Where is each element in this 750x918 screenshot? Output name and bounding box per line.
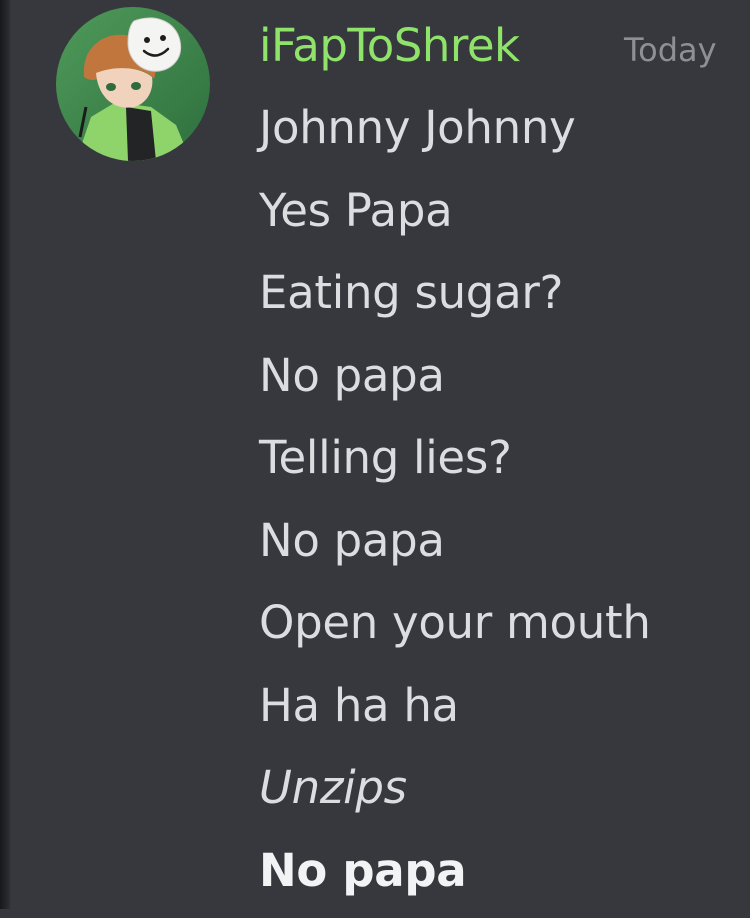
message-line-bold: No papa — [259, 836, 651, 918]
timestamp: Today — [624, 30, 717, 70]
user-avatar[interactable] — [56, 7, 210, 161]
avatar-image — [56, 7, 210, 161]
username[interactable]: iFapToShrek — [259, 18, 520, 74]
message-line-italic: Unzips — [259, 753, 651, 836]
message-line: Ha ha ha — [259, 671, 651, 754]
message-body: Johnny Johnny Yes Papa Eating sugar? No … — [259, 93, 651, 918]
message-line: No papa — [259, 506, 651, 589]
message-line: Telling lies? — [259, 423, 651, 506]
message-line: No papa — [259, 341, 651, 424]
message-line: Eating sugar? — [259, 258, 651, 341]
message-line: Yes Papa — [259, 176, 651, 259]
chat-message: iFapToShrek Today Johnny Johnny Yes Papa… — [0, 0, 750, 909]
message-line: Johnny Johnny — [259, 93, 651, 176]
message-line: Open your mouth — [259, 588, 651, 671]
